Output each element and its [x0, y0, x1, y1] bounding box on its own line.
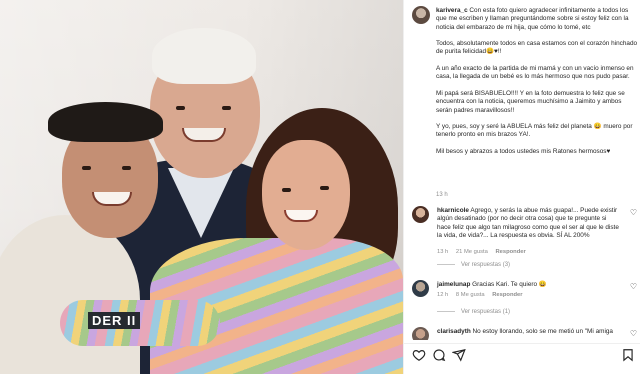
view-replies[interactable]: Ver respuestas (3)	[437, 262, 510, 268]
comment-likes[interactable]: 21 Me gusta	[456, 249, 488, 255]
caption-timestamp: 13 h	[436, 192, 448, 198]
like-comment-icon[interactable]: ♡	[629, 329, 638, 338]
young-man-eye	[82, 166, 91, 170]
commenter-avatar[interactable]	[412, 327, 429, 340]
grandfather-eye	[222, 106, 231, 110]
comment-meta: 13 h 21 Me gusta Responder	[437, 249, 532, 255]
caption-body: Con esta foto quiero agradecer infinitam…	[436, 7, 638, 156]
comment-time: 12 h	[437, 292, 449, 298]
young-man-eye	[122, 166, 131, 170]
share-icon[interactable]	[452, 348, 466, 362]
young-man-hair	[48, 102, 163, 142]
view-replies-label[interactable]: Ver respuestas (3)	[461, 262, 510, 268]
commenter-avatar[interactable]	[412, 206, 429, 223]
like-comment-icon[interactable]: ♡	[629, 208, 638, 217]
post-action-bar	[404, 343, 640, 365]
comment-likes[interactable]: 8 Me gusta	[456, 292, 485, 298]
reply-button[interactable]: Responder	[492, 292, 522, 298]
grandfather-hair	[152, 28, 256, 84]
young-woman-face	[262, 140, 350, 250]
comments-scroll-area[interactable]: karivera_c Con esta foto quiero agradece…	[404, 0, 640, 340]
author-avatar[interactable]	[412, 6, 430, 24]
heart-icon[interactable]	[412, 348, 426, 362]
like-comment-icon[interactable]: ♡	[629, 282, 638, 291]
comment-text: jaimelunap Gracias Kari. Te quiero 😄	[437, 281, 621, 289]
view-replies-label[interactable]: Ver respuestas (1)	[461, 309, 510, 315]
reply-button[interactable]: Responder	[495, 249, 525, 255]
young-woman-eye	[282, 188, 291, 192]
commenter-username[interactable]: hkarnicole	[437, 207, 469, 214]
grandfather-eye	[176, 106, 185, 110]
shirt-print-text: DER II	[88, 312, 141, 329]
post-sidebar: karivera_c Con esta foto quiero agradece…	[403, 0, 640, 374]
comment-meta: 12 h 8 Me gusta Responder	[437, 292, 529, 298]
comment-body: Gracias Kari. Te quiero 😄	[472, 281, 547, 288]
replies-line	[437, 310, 455, 312]
bookmark-icon[interactable]	[621, 348, 635, 362]
caption-text: karivera_c Con esta foto quiero agradece…	[436, 7, 638, 156]
comment-icon[interactable]	[432, 348, 446, 362]
post-photo: DER II	[0, 0, 403, 374]
comment-text: hkarnicole Agrego, y serás la abue más g…	[437, 207, 621, 240]
comment-time: 13 h	[437, 249, 449, 255]
replies-line	[437, 263, 455, 265]
commenter-username[interactable]: clarisadyth	[437, 328, 471, 335]
commenter-avatar[interactable]	[412, 280, 429, 297]
comment-text: clarisadyth No estoy llorando, solo se m…	[437, 328, 621, 336]
view-replies[interactable]: Ver respuestas (1)	[437, 309, 510, 315]
comment-body: No estoy llorando, solo se me metió un "…	[472, 328, 613, 335]
author-username[interactable]: karivera_c	[436, 7, 468, 14]
young-woman-eye	[320, 186, 329, 190]
commenter-username[interactable]: jaimelunap	[437, 281, 470, 288]
